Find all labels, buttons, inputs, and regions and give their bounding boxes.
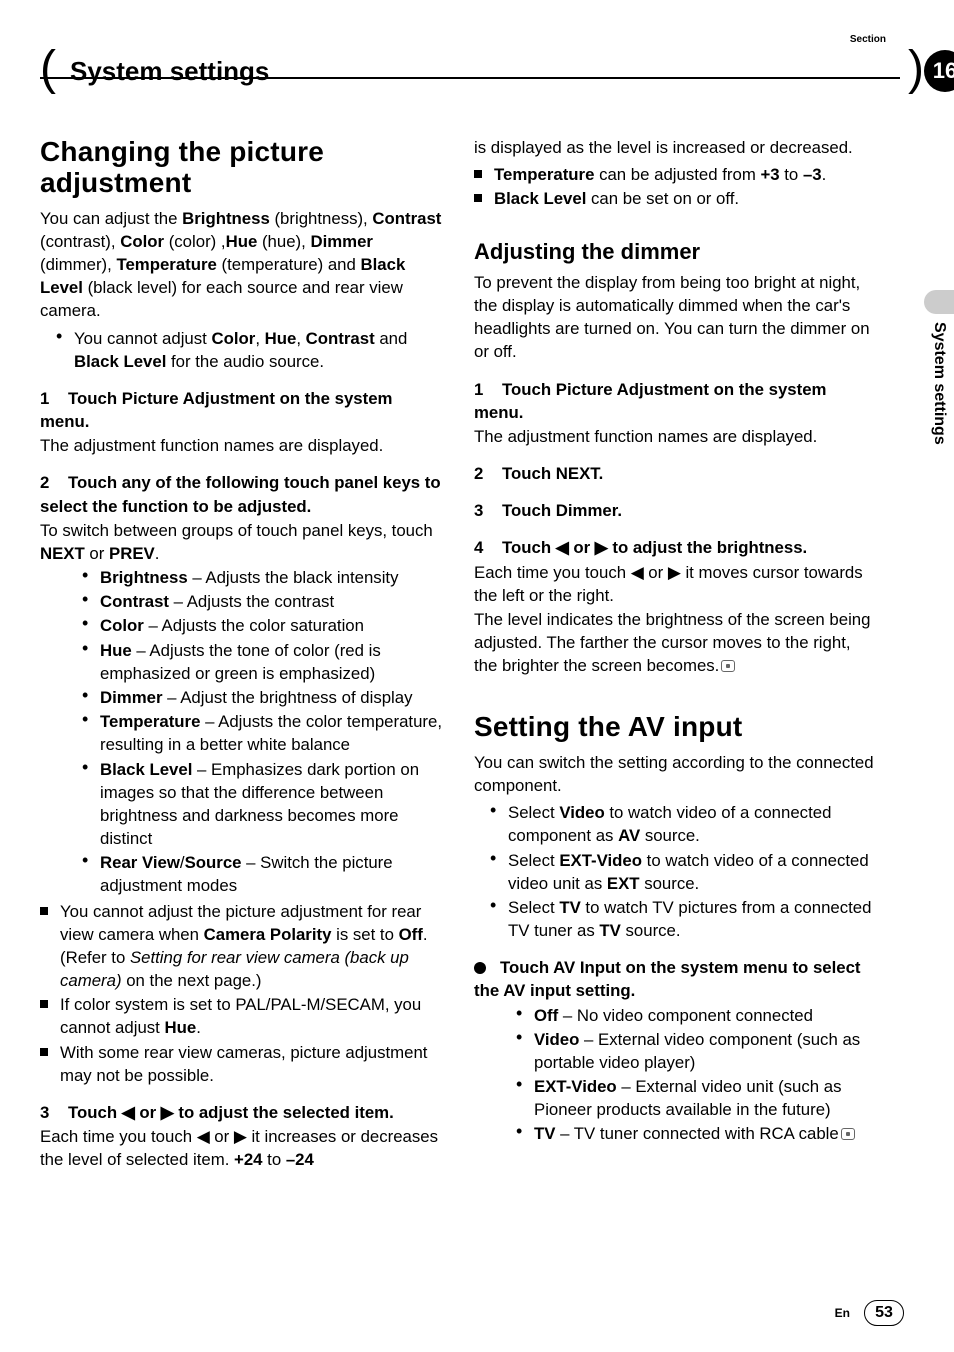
dimmer-step-3: 3Touch Dimmer. [474,499,878,522]
step-2-lead: 2Touch any of the following touch panel … [40,471,444,517]
note-item: You cannot adjust the picture adjustment… [60,900,444,993]
list-item: EXT-Video – External video unit (such as… [534,1075,878,1121]
av-action-lead: Touch AV Input on the system menu to sel… [474,956,878,1002]
left-column: Changing the picture adjustment You can … [40,136,444,1172]
page-number: 53 [864,1300,904,1326]
note-item: If color system is set to PAL/PAL-M/SECA… [60,993,444,1039]
dimmer-step-2: 2Touch NEXT. [474,462,878,485]
dimmer-intro: To prevent the display from being too br… [474,271,878,364]
note-item: With some rear view cameras, picture adj… [60,1041,444,1087]
list-item: Rear View/Source – Switch the picture ad… [100,851,444,897]
list-item: Dimmer – Adjust the brightness of displa… [100,686,444,709]
dimmer-step-1-follow: The adjustment function names are displa… [474,425,878,448]
list-item: Color – Adjusts the color saturation [100,614,444,637]
step-3-follow: Each time you touch ◀ or ▶ it increases … [40,1125,444,1171]
side-tab-pill-icon [924,290,954,314]
heading-dimmer: Adjusting the dimmer [474,237,878,267]
function-list: Brightness – Adjusts the black intensity… [40,566,444,897]
list-item: Brightness – Adjusts the black intensity [100,566,444,589]
heading-changing-picture: Changing the picture adjustment [40,136,444,199]
side-tab: System settings [924,290,954,445]
section-end-icon [841,1128,855,1140]
step-1-lead: 1Touch Picture Adjustment on the system … [40,387,444,433]
section-end-icon [721,660,735,672]
right-column: is displayed as the level is increased o… [474,136,878,1172]
list-item: Off – No video component connected [534,1004,878,1027]
note-item: Black Level can be set on or off. [494,187,878,210]
list-item: Contrast – Adjusts the contrast [100,590,444,613]
note-item: Temperature can be adjusted from +3 to –… [494,163,878,186]
picture-adjust-notes: You cannot adjust the picture adjustment… [40,900,444,1087]
continuation-text: is displayed as the level is increased o… [474,136,878,159]
av-note: Select EXT-Video to watch video of a con… [508,849,878,895]
dimmer-step-1-lead: 1Touch Picture Adjustment on the system … [474,378,878,424]
dimmer-step-4-lead: 4Touch ◀ or ▶ to adjust the brightness. [474,536,878,559]
section-word: Section [850,34,886,45]
av-options: Off – No video component connected Video… [474,1004,878,1146]
page-footer: En 53 [835,1300,904,1326]
side-tab-label: System settings [930,318,948,445]
paren-right-icon: ) [908,45,924,93]
paren-left-icon: ( [40,45,56,93]
av-note: Select TV to watch TV pictures from a co… [508,896,878,942]
language-code: En [835,1306,850,1320]
filled-circle-icon [474,962,486,974]
section-number-badge: 16 [924,50,954,92]
header-title: System settings [56,56,279,87]
av-note: Select Video to watch video of a connect… [508,801,878,847]
intro-note: You cannot adjust Color, Hue, Contrast a… [74,327,444,373]
av-intro: You can switch the setting according to … [474,751,878,797]
page-header: Section ( System settings ) 16 [40,38,900,90]
list-item: Temperature – Adjusts the color temperat… [100,710,444,756]
list-item: Video – External video component (such a… [534,1028,878,1074]
list-item: Hue – Adjusts the tone of color (red is … [100,639,444,685]
step-3-lead: 3Touch ◀ or ▶ to adjust the selected ite… [40,1101,444,1124]
heading-av-input: Setting the AV input [474,711,878,742]
intro-paragraph: You can adjust the Brightness (brightnes… [40,207,444,323]
list-item: TV – TV tuner connected with RCA cable [534,1122,878,1145]
dimmer-step-4-follow2: The level indicates the brightness of th… [474,608,878,678]
dimmer-step-4-follow1: Each time you touch ◀ or ▶ it moves curs… [474,561,878,607]
step-2-follow: To switch between groups of touch panel … [40,519,444,565]
list-item: Black Level – Emphasizes dark portion on… [100,758,444,851]
step-1-follow: The adjustment function names are displa… [40,434,444,457]
